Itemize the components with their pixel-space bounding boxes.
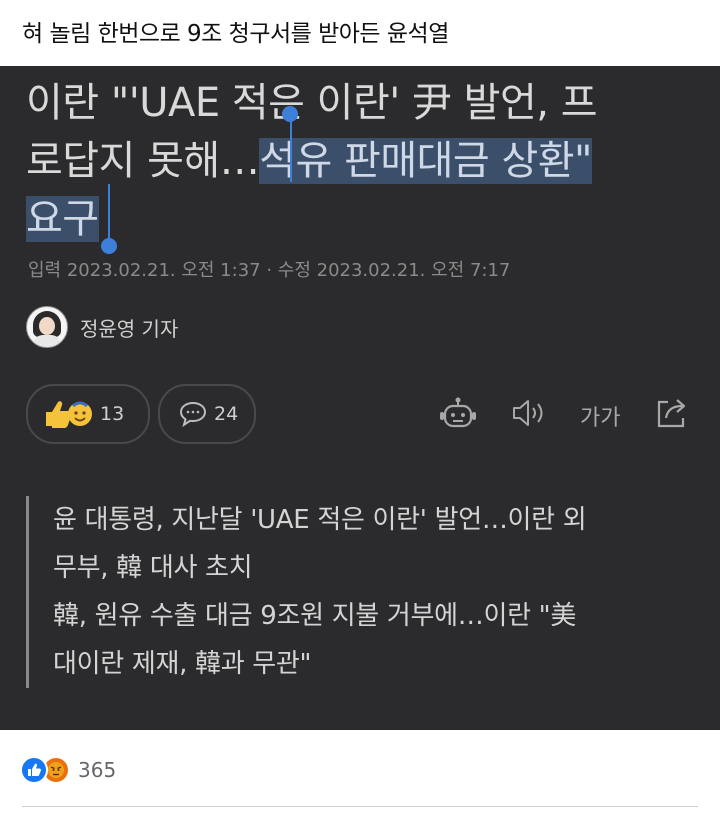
reaction-count: 13 [100,403,125,425]
headline-line-1: 이란 "'UAE 적은 이란' 尹 발언, 프 [26,80,598,126]
selection-start-handle[interactable] [282,106,298,122]
robot-button[interactable] [438,396,478,438]
summary-line: 무부, 韓 대사 초치 [53,553,253,583]
font-size-icon: 가가 [580,406,621,431]
share-icon [657,399,686,428]
summary-line: 윤 대통령, 지난달 'UAE 적은 이란' 발언…이란 외 [53,505,587,535]
share-button[interactable] [654,396,690,436]
divider [22,806,698,807]
like-emoji-icon [46,401,92,428]
summary-line: 韓, 원유 수출 대금 9조원 지불 거부에…이란 "美 [53,601,577,631]
article-meta: 입력 2023.02.21. 오전 1:37 · 수정 2023.02.21. … [28,260,511,281]
headline-line-3: 요구 [26,190,696,248]
reaction-button[interactable]: 13 [26,384,150,444]
robot-icon [440,397,476,428]
avatar [26,306,68,348]
author[interactable]: 정윤영 기자 [26,306,178,348]
author-name: 정윤영 기자 [80,316,179,341]
comment-count: 24 [214,403,239,425]
summary-line: 대이란 제재, 韓과 무관" [53,649,312,679]
article-headline: 이란 "'UAE 적은 이란' 尹 발언, 프 로답지 못해…석유 판매대금 상… [26,74,696,248]
selected-text-end[interactable]: 요구 [26,196,99,242]
headline-line-2: 로답지 못해…석유 판매대금 상환" [26,132,696,190]
post-title: 혀 놀림 한번으로 9조 청구서를 받아든 윤석열 [22,21,449,47]
font-size-button[interactable]: 가가 [580,400,620,432]
headline-line-2-plain: 로답지 못해… [26,138,260,184]
reaction-count-total[interactable]: 365 [78,758,116,782]
speaker-icon [513,400,543,426]
comment-button[interactable]: 24 [158,384,256,444]
article-screenshot: 이란 "'UAE 적은 이란' 尹 발언, 프 로답지 못해…석유 판매대금 상… [0,66,720,730]
text-to-speech-button[interactable] [510,396,548,436]
post-reactions[interactable]: 365 [20,756,116,784]
selection-end-handle[interactable] [101,238,117,254]
selection-end-cursor[interactable] [108,184,110,242]
article-summary: 윤 대통령, 지난달 'UAE 적은 이란' 발언…이란 외 무부, 韓 대사 … [26,496,693,688]
like-reaction-icon [20,756,48,784]
selected-text[interactable]: 석유 판매대금 상환" [259,138,592,184]
selection-start-cursor[interactable] [290,116,292,182]
comment-bubble-icon [179,401,207,427]
